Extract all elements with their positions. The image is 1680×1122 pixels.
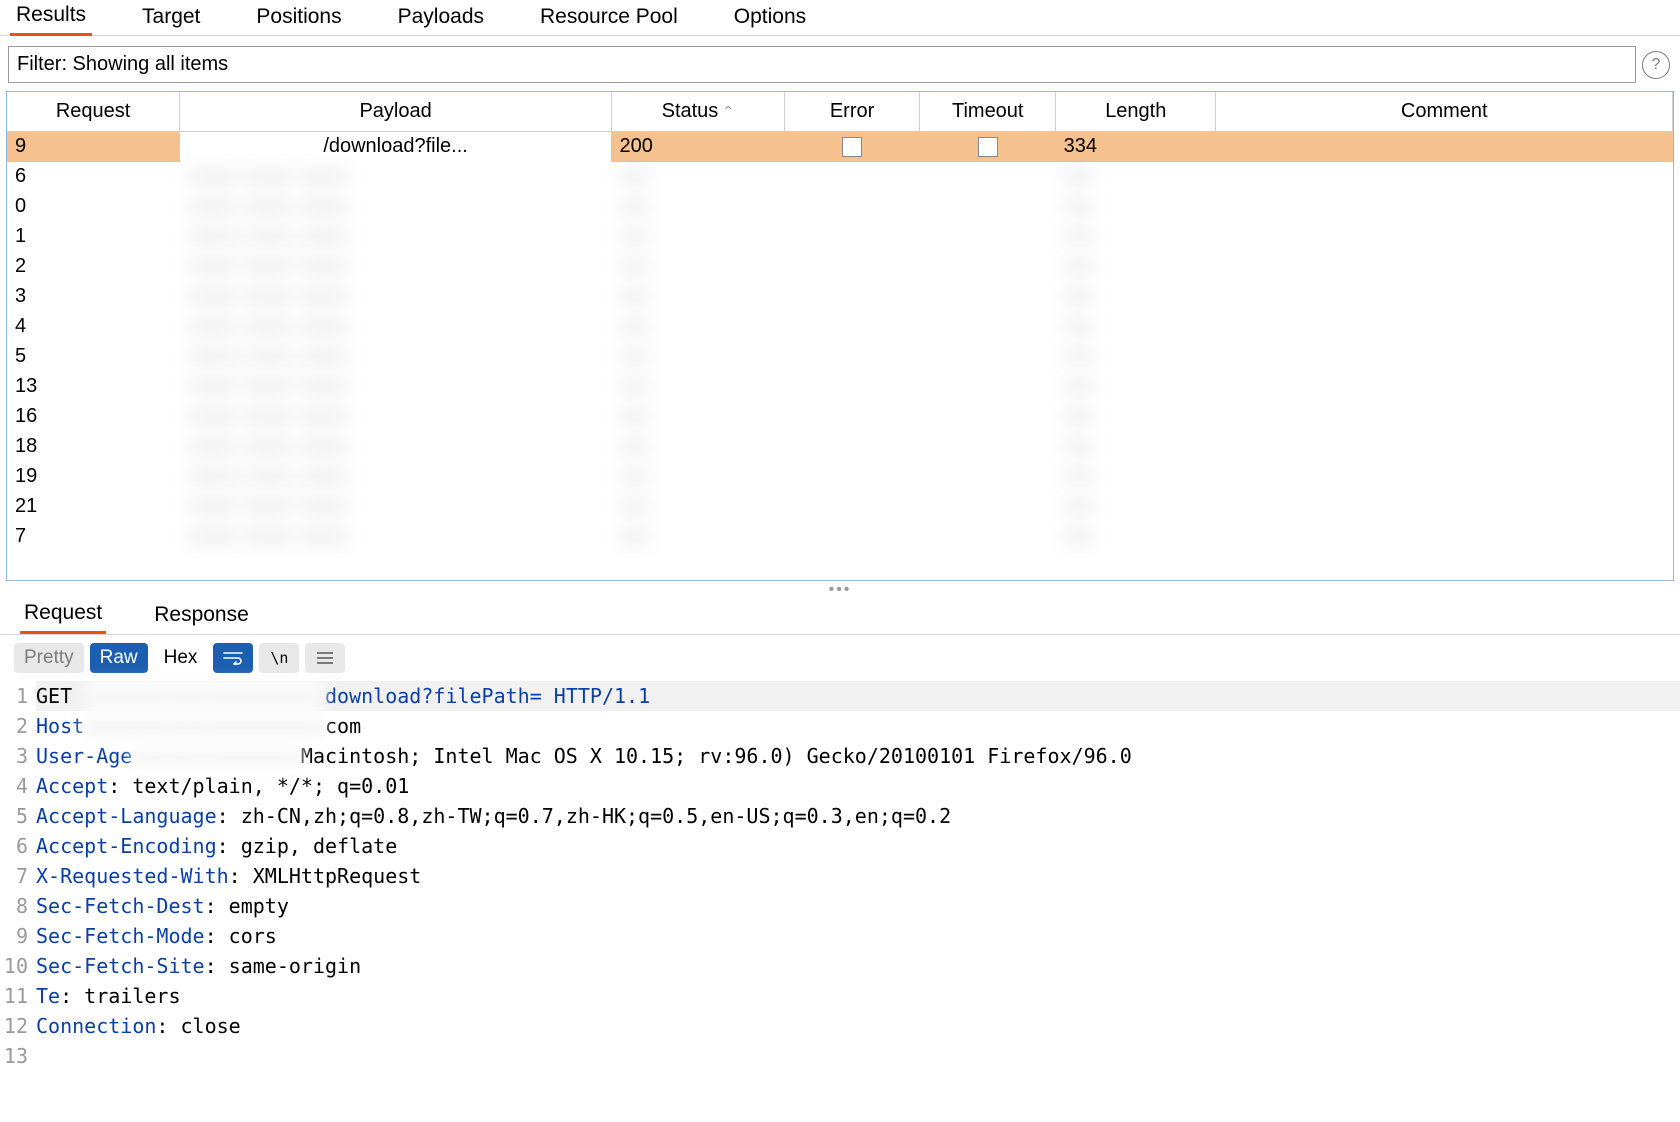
view-raw-button[interactable]: Raw (90, 643, 148, 673)
request-line: 3User-AgexxxxxxxxxxxxxxMacintosh; Intel … (2, 741, 1680, 771)
message-tab-bar: Request Response (0, 597, 1680, 635)
request-line: 13 (2, 1041, 1680, 1071)
table-row[interactable]: 4xxxxx xxxxx xxxxxxxxxxx (7, 312, 1673, 342)
request-line: 11Te: trailers (2, 981, 1680, 1011)
col-header-status[interactable]: Status⌃ (611, 92, 784, 132)
results-table[interactable]: Request Payload Status⌃ Error Timeout Le… (7, 92, 1673, 552)
table-row[interactable]: 2xxxxx xxxxx xxxxxxxxxxx (7, 252, 1673, 282)
tab-request[interactable]: Request (20, 597, 106, 634)
tab-results[interactable]: Results (10, 0, 92, 36)
pane-splitter[interactable]: ••• (0, 581, 1680, 597)
col-header-length[interactable]: Length (1056, 92, 1216, 132)
request-line: 2Hostxxxxxxxxxxxxxxxxxxxxcom (2, 711, 1680, 741)
table-row[interactable]: 13xxxxx xxxxx xxxxxxxxxxx (7, 372, 1673, 402)
wrap-icon (223, 651, 243, 665)
table-row[interactable]: 6xxxxx xxxxx xxxxxxxxxxx (7, 162, 1673, 192)
tab-resource-pool[interactable]: Resource Pool (534, 1, 684, 35)
col-header-timeout[interactable]: Timeout (920, 92, 1056, 132)
filter-row: Filter: Showing all items ? (0, 36, 1680, 91)
help-icon[interactable]: ? (1642, 51, 1670, 79)
tab-positions[interactable]: Positions (250, 1, 347, 35)
table-row-selected[interactable]: 9/download?file...200334 (7, 132, 1673, 162)
col-header-request[interactable]: Request (7, 92, 180, 132)
request-editor[interactable]: 1GET xxxxxxxxxxxxxxxxxxxxdownload?filePa… (0, 681, 1680, 1071)
wrap-toggle-button[interactable] (213, 643, 253, 673)
table-row[interactable]: 5xxxxx xxxxx xxxxxxxxxxx (7, 342, 1673, 372)
request-line: 6Accept-Encoding: gzip, deflate (2, 831, 1680, 861)
request-line: 7X-Requested-With: XMLHttpRequest (2, 861, 1680, 891)
filter-input[interactable]: Filter: Showing all items (8, 46, 1636, 83)
view-mode-toolbar: Pretty Raw Hex \n (0, 635, 1680, 681)
tab-target[interactable]: Target (136, 1, 206, 35)
table-row[interactable]: 3xxxxx xxxxx xxxxxxxxxxx (7, 282, 1673, 312)
view-pretty-button[interactable]: Pretty (14, 643, 84, 673)
col-header-comment[interactable]: Comment (1216, 92, 1673, 132)
table-row[interactable]: 21xxxxx xxxxx xxxxxxxxxxx (7, 492, 1673, 522)
view-hex-button[interactable]: Hex (154, 643, 208, 673)
table-row[interactable]: 1xxxxx xxxxx xxxxxxxxxxx (7, 222, 1673, 252)
sort-asc-icon: ⌃ (722, 103, 734, 119)
table-row[interactable]: 19xxxxx xxxxx xxxxxxxxxxx (7, 462, 1673, 492)
col-header-error[interactable]: Error (784, 92, 920, 132)
menu-button[interactable] (305, 643, 345, 673)
timeout-checkbox[interactable] (978, 137, 998, 157)
tab-response[interactable]: Response (150, 599, 253, 633)
table-row[interactable]: 16xxxxx xxxxx xxxxxxxxxxx (7, 402, 1673, 432)
request-line: 5Accept-Language: zh-CN,zh;q=0.8,zh-TW;q… (2, 801, 1680, 831)
show-newlines-button[interactable]: \n (259, 643, 299, 673)
col-header-payload[interactable]: Payload (180, 92, 612, 132)
request-line: 8Sec-Fetch-Dest: empty (2, 891, 1680, 921)
results-table-container: Request Payload Status⌃ Error Timeout Le… (6, 91, 1674, 581)
table-row[interactable]: 0xxxxx xxxxx xxxxxxxxxxx (7, 192, 1673, 222)
tab-payloads[interactable]: Payloads (392, 1, 490, 35)
request-line: 9Sec-Fetch-Mode: cors (2, 921, 1680, 951)
error-checkbox[interactable] (842, 137, 862, 157)
tab-options[interactable]: Options (728, 1, 812, 35)
request-line: 4Accept: text/plain, */*; q=0.01 (2, 771, 1680, 801)
table-row[interactable]: 7xxxxx xxxxx xxxxxxxxxxx (7, 522, 1673, 552)
request-line: 12Connection: close (2, 1011, 1680, 1041)
request-line: 10Sec-Fetch-Site: same-origin (2, 951, 1680, 981)
table-row[interactable]: 18xxxxx xxxxx xxxxxxxxxxx (7, 432, 1673, 462)
main-tab-bar: Results Target Positions Payloads Resour… (0, 0, 1680, 36)
table-header-row: Request Payload Status⌃ Error Timeout Le… (7, 92, 1673, 132)
request-line: 1GET xxxxxxxxxxxxxxxxxxxxdownload?filePa… (2, 681, 1680, 711)
hamburger-icon (317, 652, 333, 664)
